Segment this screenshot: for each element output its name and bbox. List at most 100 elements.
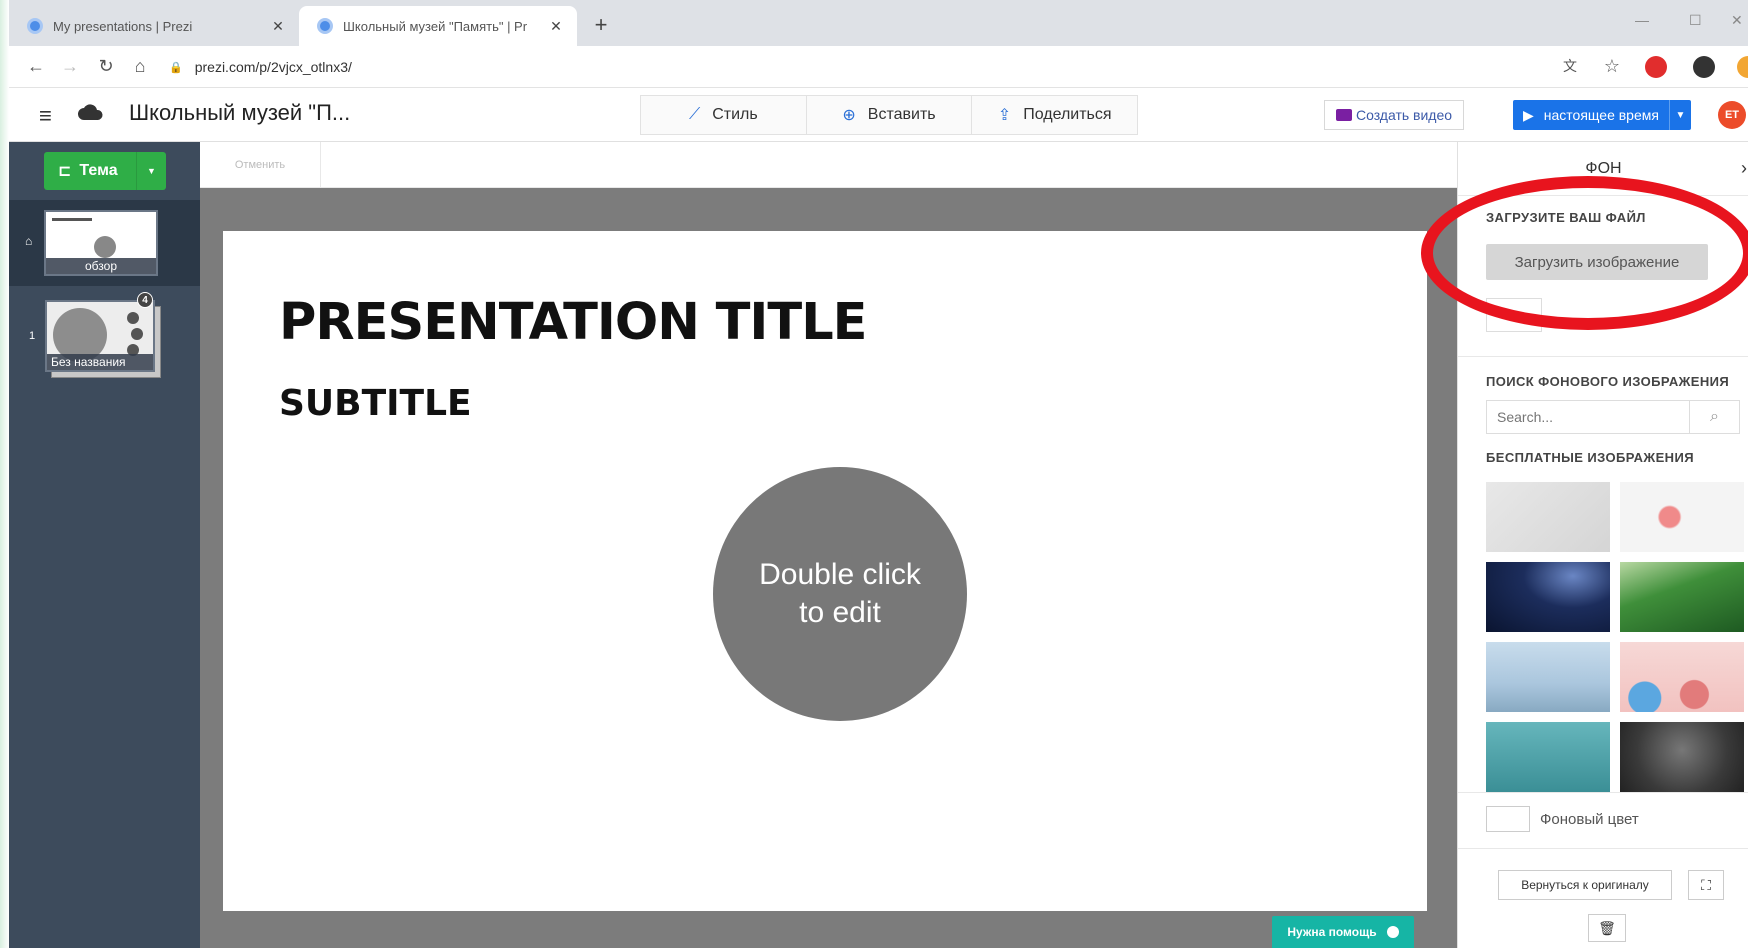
close-window-icon[interactable]: ✕ xyxy=(1731,12,1743,29)
browser-tab-presentations[interactable]: My presentations | Prezi ✕ xyxy=(9,6,299,46)
background-color-row[interactable]: Фоновый цвет xyxy=(1486,806,1639,832)
insert-button[interactable]: ⊕ Вставить xyxy=(807,96,973,134)
search-icon[interactable]: ⌕ xyxy=(1689,401,1739,433)
address-toolbar: ← → ↻ ⌂ 🔒 prezi.com/p/2vjcx_otlnx3/ 文 ☆ xyxy=(9,46,1748,88)
url-text: prezi.com/p/2vjcx_otlnx3/ xyxy=(194,59,352,75)
slide-subtitle[interactable]: SUBTITLE xyxy=(279,383,472,424)
back-icon[interactable]: ← xyxy=(25,56,47,77)
revert-button[interactable]: Вернуться к оригиналу xyxy=(1498,870,1672,900)
toolbar-group: ⟋ Стиль ⊕ Вставить ⇪ Поделиться xyxy=(640,95,1138,135)
theme-label: Тема xyxy=(79,162,118,179)
present-button[interactable]: ▶ настоящее время ▼ xyxy=(1513,100,1691,130)
background-search: ⌕ xyxy=(1486,400,1740,434)
tab-title: My presentations | Prezi xyxy=(53,18,193,34)
bookmark-star-icon[interactable]: ☆ xyxy=(1601,56,1623,77)
home-icon: ⌂ xyxy=(25,234,33,248)
insert-label: Вставить xyxy=(867,106,936,123)
overview-item[interactable]: ⌂ обзор xyxy=(9,200,200,286)
tab-title: Школьный музей "Память" | Pr xyxy=(343,18,528,34)
theme-button[interactable]: ⊏ Тема ▼ xyxy=(44,152,166,190)
browser-tab-museum[interactable]: Школьный музей "Память" | Pr ✕ xyxy=(299,6,577,46)
circle-text: Double click to edit xyxy=(759,556,921,632)
wand-icon: ⟋ xyxy=(688,106,701,123)
slide-title[interactable]: PRESENTATION TITLE xyxy=(279,293,868,352)
reload-icon[interactable]: ↻ xyxy=(95,56,117,77)
thumb-dot xyxy=(127,312,139,324)
bg-color-label: Фоновый цвет xyxy=(1540,810,1639,828)
cloud-icon xyxy=(78,104,103,120)
address-bar[interactable]: 🔒 prezi.com/p/2vjcx_otlnx3/ xyxy=(169,53,1509,81)
share-button[interactable]: ⇪ Поделиться xyxy=(972,96,1137,134)
overview-thumbnail[interactable]: обзор xyxy=(44,210,158,276)
tab-strip: My presentations | Prezi ✕ Школьный музе… xyxy=(9,0,1748,46)
trash-icon[interactable]: 🗑 xyxy=(1588,914,1626,942)
play-icon: ▶ xyxy=(1523,106,1534,123)
canvas-area[interactable]: Отменить PRESENTATION TITLE SUBTITLE Dou… xyxy=(200,142,1457,948)
page-edge xyxy=(0,0,9,948)
divider xyxy=(1458,792,1748,793)
overview-caption: обзор xyxy=(46,258,156,274)
theme-icon: ⊏ xyxy=(58,163,72,180)
circle-text-line: to edit xyxy=(799,596,881,629)
prezi-favicon-icon xyxy=(317,18,333,34)
prezi-favicon-icon xyxy=(27,18,43,34)
slide-caption: Без названия xyxy=(47,354,153,370)
thumb-dot xyxy=(131,328,143,340)
free-image-tile[interactable] xyxy=(1620,562,1744,632)
minimize-icon[interactable]: — xyxy=(1635,12,1649,28)
divider xyxy=(1458,848,1748,849)
slide[interactable]: PRESENTATION TITLE SUBTITLE Double click… xyxy=(223,231,1427,911)
avatar[interactable]: ET xyxy=(1718,101,1746,129)
undo-button[interactable]: Отменить xyxy=(200,142,321,188)
free-image-tile[interactable] xyxy=(1620,722,1744,792)
topic-thumbnail[interactable]: Без названия xyxy=(45,300,155,372)
free-image-tile[interactable] xyxy=(1486,642,1610,712)
create-video-button[interactable]: Создать видео xyxy=(1324,100,1464,130)
profile-extension-icon[interactable] xyxy=(1693,56,1715,78)
present-label: настоящее время xyxy=(1543,107,1659,123)
panel-title: ФОН xyxy=(1585,159,1622,177)
maximize-icon[interactable]: ☐ xyxy=(1689,12,1702,29)
video-camera-icon xyxy=(1335,109,1352,121)
close-icon[interactable]: ✕ xyxy=(267,18,289,35)
free-image-tile[interactable] xyxy=(1486,482,1610,552)
chevron-down-icon[interactable]: ▼ xyxy=(1669,100,1691,130)
share-icon: ⇪ xyxy=(997,107,1012,124)
topic-circle[interactable]: Double click to edit xyxy=(713,467,967,721)
help-label: Нужна помощь xyxy=(1287,925,1377,939)
divider xyxy=(1458,356,1748,357)
plus-circle-icon: ⊕ xyxy=(842,107,856,124)
forward-icon[interactable]: → xyxy=(59,56,81,77)
extension-icon[interactable] xyxy=(1737,56,1748,78)
editor-topbar: ≡ Школьный музей "П... ⟋ Стиль ⊕ Вставит… xyxy=(9,88,1748,142)
help-button[interactable]: Нужна помощь xyxy=(1272,916,1414,948)
undo-bar: Отменить xyxy=(200,142,1457,188)
free-images-label: БЕСПЛАТНЫЕ ИЗОБРАЖЕНИЯ xyxy=(1486,450,1694,465)
search-section-label: ПОИСК ФОНОВОГО ИЗОБРАЖЕНИЯ xyxy=(1486,374,1730,389)
hamburger-menu-icon[interactable]: ≡ xyxy=(39,103,52,129)
step-number: 1 xyxy=(29,330,36,342)
home-icon[interactable]: ⌂ xyxy=(129,56,151,77)
free-image-tile[interactable] xyxy=(1486,562,1610,632)
circle-text-line: Double click xyxy=(759,558,921,591)
chevron-right-icon[interactable]: › xyxy=(1741,158,1747,179)
search-input[interactable] xyxy=(1487,401,1689,433)
document-title[interactable]: Школьный музей "П... xyxy=(129,100,350,126)
free-image-tile[interactable] xyxy=(1620,642,1744,712)
lock-icon: 🔒 xyxy=(169,61,183,74)
free-image-tile[interactable] xyxy=(1486,722,1610,792)
translate-icon[interactable]: 文 xyxy=(1559,56,1581,76)
color-swatch[interactable] xyxy=(1486,806,1530,832)
thumb-title-line xyxy=(52,218,92,221)
adblock-extension-icon[interactable] xyxy=(1645,56,1667,78)
close-icon[interactable]: ✕ xyxy=(545,18,567,35)
slide-sidebar: ⊏ Тема ▼ ⌂ обзор 1 Без названия 4 xyxy=(9,142,200,948)
help-icon xyxy=(1386,926,1399,938)
style-label: Стиль xyxy=(712,106,758,123)
style-button[interactable]: ⟋ Стиль xyxy=(641,96,807,134)
chevron-down-icon[interactable]: ▼ xyxy=(136,152,166,190)
fullscreen-icon[interactable]: ⛶ xyxy=(1688,870,1724,900)
thumb-circle xyxy=(94,236,116,258)
new-tab-button[interactable]: + xyxy=(589,12,613,38)
free-image-tile[interactable] xyxy=(1620,482,1744,552)
